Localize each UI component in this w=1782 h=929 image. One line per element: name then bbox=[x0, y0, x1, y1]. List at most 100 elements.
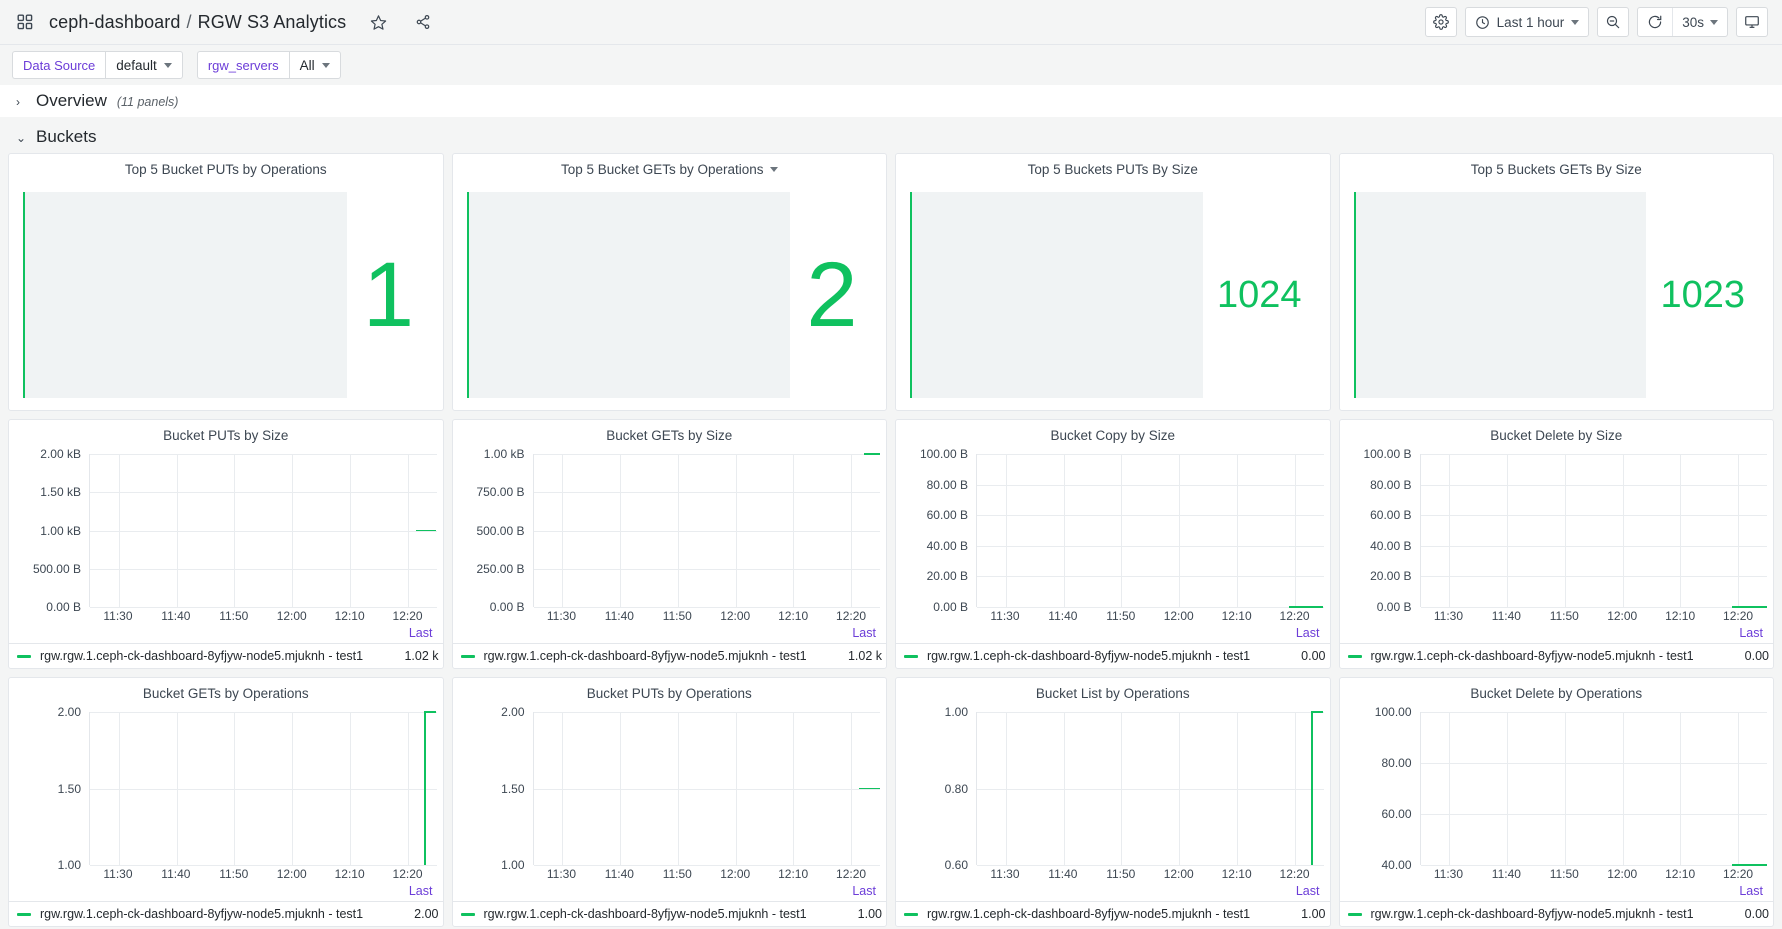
y-axis-tick: 1.00 bbox=[944, 705, 968, 719]
panel-header[interactable]: Bucket GETs by Operations bbox=[9, 678, 443, 708]
variable-datasource-select[interactable]: default bbox=[105, 51, 183, 79]
panel-header[interactable]: Top 5 Bucket GETs by Operations bbox=[453, 154, 887, 184]
x-axis: 11:30 11:40 11:50 12:00 12:10 12:20 bbox=[15, 865, 437, 884]
legend-color-swatch[interactable] bbox=[17, 912, 31, 916]
legend-last-column-header[interactable]: Last bbox=[1739, 626, 1763, 640]
legend-last-column-header[interactable]: Last bbox=[1296, 884, 1320, 898]
zoom-out-icon bbox=[1605, 14, 1621, 30]
panel-header[interactable]: Top 5 Buckets PUTs By Size bbox=[896, 154, 1330, 184]
stat-panel: Top 5 Buckets GETs By Size 1023 bbox=[1338, 153, 1774, 411]
x-axis-tick: 12:00 bbox=[276, 867, 307, 881]
panel-title: Bucket List by Operations bbox=[1035, 685, 1190, 701]
plot-canvas[interactable] bbox=[1419, 712, 1767, 866]
x-axis-tick: 12:20 bbox=[1279, 867, 1310, 881]
y-axis: 1.00 0.80 0.60 bbox=[902, 705, 976, 872]
plot-canvas[interactable] bbox=[532, 712, 880, 866]
plot-canvas[interactable] bbox=[976, 711, 1324, 866]
plot-area[interactable]: 2.00 1.50 1.00 bbox=[15, 705, 437, 872]
x-axis-tick: 11:30 bbox=[990, 867, 1020, 881]
x-axis-tick: 12:20 bbox=[836, 867, 867, 881]
legend-last-value: 0.00 bbox=[1744, 907, 1769, 921]
x-axis: 11:30 11:40 11:50 12:00 12:10 12:20 bbox=[902, 865, 1324, 884]
legend-series-name[interactable]: rgw.rgw.1.ceph-ck-dashboard-8yfjyw-node5… bbox=[484, 649, 833, 663]
breadcrumb-folder[interactable]: ceph-dashboard bbox=[49, 12, 181, 33]
panel-header[interactable]: Top 5 Bucket PUTs by Operations bbox=[9, 154, 443, 184]
y-axis-tick: 2.00 bbox=[501, 705, 525, 719]
legend-color-swatch[interactable] bbox=[17, 654, 31, 658]
panel-header[interactable]: Bucket Delete by Size bbox=[1340, 420, 1774, 450]
plot-area[interactable]: 1.00 kB 750.00 B 500.00 B 250.00 B 0.00 B bbox=[459, 447, 880, 614]
legend-series-name[interactable]: rgw.rgw.1.ceph-ck-dashboard-8yfjyw-node5… bbox=[927, 907, 1286, 921]
panel-menu-chevron-down-icon[interactable] bbox=[769, 166, 778, 172]
timeseries-body: 100.00 80.00 60.00 40.00 11:30 11:40 11:50 12:0… bbox=[1340, 705, 1774, 901]
legend-last-column-header[interactable]: Last bbox=[1296, 626, 1320, 640]
row-header-buckets[interactable]: ⌄ Buckets bbox=[0, 121, 1782, 153]
panel-header[interactable]: Bucket List by Operations bbox=[896, 678, 1330, 708]
page-title: RGW S3 Analytics bbox=[197, 11, 347, 32]
variable-rgw-servers-select[interactable]: All bbox=[288, 51, 341, 79]
share-icon[interactable] bbox=[410, 9, 436, 35]
plot-canvas[interactable] bbox=[89, 454, 437, 608]
refresh-dashboard-button[interactable] bbox=[1638, 8, 1672, 36]
y-axis-tick: 1.50 bbox=[57, 781, 81, 796]
legend-last-column-header[interactable]: Last bbox=[409, 626, 433, 640]
y-axis-tick: 500.00 B bbox=[476, 523, 525, 538]
x-axis-tick: 12:10 bbox=[778, 867, 809, 881]
refresh-interval-label: 30s bbox=[1682, 14, 1704, 30]
refresh-icon bbox=[1647, 14, 1663, 30]
legend-color-swatch[interactable] bbox=[904, 654, 918, 658]
plot-area[interactable]: 2.00 kB 1.50 kB 1.00 kB 500.00 B 0.00 B bbox=[15, 447, 437, 614]
panel-header[interactable]: Bucket PUTs by Operations bbox=[453, 678, 887, 708]
legend-series-name[interactable]: rgw.rgw.1.ceph-ck-dashboard-8yfjyw-node5… bbox=[40, 907, 399, 921]
zoom-out-time-range-button[interactable] bbox=[1597, 7, 1630, 37]
row-header-overview[interactable]: › Overview (11 panels) bbox=[0, 85, 1782, 117]
legend-series-name[interactable]: rgw.rgw.1.ceph-ck-dashboard-8yfjyw-node5… bbox=[927, 649, 1286, 663]
legend-series-name[interactable]: rgw.rgw.1.ceph-ck-dashboard-8yfjyw-node5… bbox=[484, 907, 843, 921]
legend-color-swatch[interactable] bbox=[460, 654, 475, 658]
grid-apps-icon[interactable] bbox=[12, 9, 38, 35]
legend-last-column-header[interactable]: Last bbox=[409, 884, 433, 898]
y-axis: 100.00 B 80.00 B 60.00 B 40.00 B 20.00 B 0.00… bbox=[1346, 447, 1420, 614]
panel-header[interactable]: Bucket Delete by Operations bbox=[1340, 678, 1774, 708]
legend-series-name[interactable]: rgw.rgw.1.ceph-ck-dashboard-8yfjyw-node5… bbox=[1371, 907, 1730, 921]
legend-last-column-header[interactable]: Last bbox=[1739, 884, 1763, 898]
timeseries-panel: Bucket List by Operations 1.00 0.80 0.60 11:… bbox=[895, 677, 1331, 927]
plot-area[interactable]: 2.00 1.50 1.00 bbox=[459, 705, 880, 872]
panel-title: Bucket GETs by Operations bbox=[142, 685, 309, 701]
x-axis-tick: 12:20 bbox=[392, 609, 423, 623]
legend-series-name[interactable]: rgw.rgw.1.ceph-ck-dashboard-8yfjyw-node5… bbox=[40, 649, 389, 663]
template-variables-bar: Data Source default rgw_servers All bbox=[0, 45, 1782, 85]
legend-color-swatch[interactable] bbox=[1347, 912, 1362, 916]
panel-header[interactable]: Top 5 Buckets GETs By Size bbox=[1340, 154, 1774, 184]
panel-title: Bucket PUTs by Size bbox=[163, 427, 289, 443]
x-axis-tick: 12:10 bbox=[1221, 867, 1252, 881]
plot-canvas[interactable] bbox=[1419, 454, 1767, 608]
legend-color-swatch[interactable] bbox=[1347, 654, 1362, 658]
x-axis: 11:30 11:40 11:50 12:00 12:10 12:20 bbox=[1346, 607, 1768, 626]
dashboard-settings-button[interactable] bbox=[1424, 7, 1457, 37]
star-icon[interactable] bbox=[365, 9, 391, 35]
y-axis-tick: 40.00 B bbox=[926, 538, 968, 553]
sparkline-area bbox=[23, 192, 347, 398]
refresh-interval-picker[interactable]: 30s bbox=[1673, 8, 1727, 36]
plot-canvas[interactable] bbox=[532, 453, 880, 608]
y-axis-tick: 100.00 bbox=[1374, 705, 1412, 719]
legend-last-column-header[interactable]: Last bbox=[852, 884, 876, 898]
legend-color-swatch[interactable] bbox=[460, 912, 475, 916]
panel-header[interactable]: Bucket Copy by Size bbox=[896, 420, 1330, 450]
plot-area[interactable]: 1.00 0.80 0.60 bbox=[902, 705, 1324, 872]
legend-series-name[interactable]: rgw.rgw.1.ceph-ck-dashboard-8yfjyw-node5… bbox=[1371, 649, 1730, 663]
panel-header[interactable]: Bucket PUTs by Size bbox=[9, 420, 443, 450]
panel-header[interactable]: Bucket GETs by Size bbox=[453, 420, 887, 450]
time-range-picker[interactable]: Last 1 hour bbox=[1464, 7, 1590, 37]
plot-area[interactable]: 100.00 B 80.00 B 60.00 B 40.00 B 20.00 B 0.00… bbox=[1346, 447, 1767, 614]
plot-canvas[interactable] bbox=[89, 711, 437, 866]
legend-last-column-header[interactable]: Last bbox=[852, 626, 876, 640]
x-axis-tick: 12:20 bbox=[392, 867, 423, 881]
legend-color-swatch[interactable] bbox=[904, 912, 918, 916]
kiosk-mode-button[interactable] bbox=[1736, 7, 1768, 37]
plot-area[interactable]: 100.00 80.00 60.00 40.00 bbox=[1346, 705, 1767, 872]
plot-area[interactable]: 100.00 B 80.00 B 60.00 B 40.00 B 20.00 B 0.00… bbox=[902, 447, 1324, 614]
x-axis-tick: 12:10 bbox=[334, 867, 365, 881]
plot-canvas[interactable] bbox=[976, 454, 1324, 608]
